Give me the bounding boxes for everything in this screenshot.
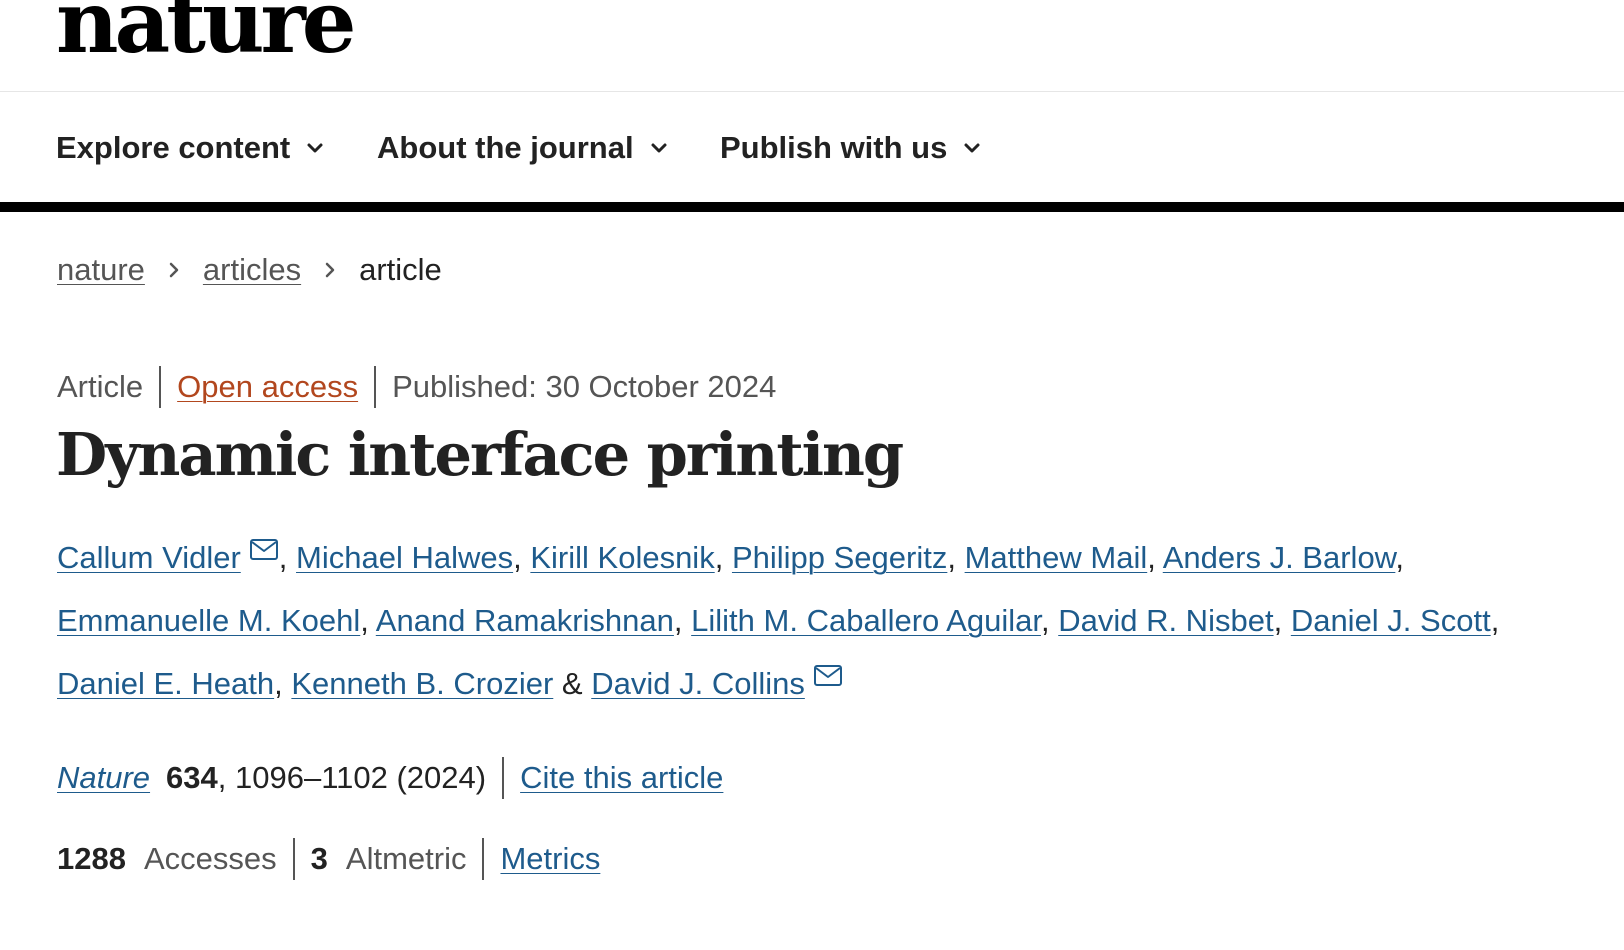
article-type: Article [57, 369, 144, 404]
altmetric-label: Altmetric [345, 841, 467, 876]
author-separator: , [513, 540, 522, 575]
author-row: Emmanuelle M. Koehl, Anand Ramakrishnan,… [57, 589, 1597, 652]
author-separator: , [714, 540, 724, 575]
author-row: Callum Vidler, Michael Halwes, Kirill Ko… [57, 526, 1597, 589]
metrics-link[interactable]: Metrics [500, 841, 600, 877]
author-link[interactable]: Daniel J. Scott [1291, 603, 1491, 638]
author-last-separator: & [561, 666, 583, 701]
citation: Nature 634 , 1096–1102 (2024) Cite this … [57, 757, 723, 799]
nature-logo[interactable]: nature [56, 0, 357, 66]
article-metrics: 1288 Accesses 3 Altmetric Metrics [57, 838, 600, 880]
nav-publish-with-us[interactable]: Publish with us [720, 130, 983, 166]
author-link[interactable]: Kirill Kolesnik [530, 540, 714, 575]
author-link[interactable]: Emmanuelle M. Koehl [57, 603, 360, 638]
accesses-label: Accesses [143, 841, 277, 876]
open-access-link[interactable]: Open access [177, 369, 358, 405]
author-link[interactable]: Lilith M. Caballero Aguilar [691, 603, 1041, 638]
divider [502, 757, 505, 799]
author-separator: , [1490, 603, 1500, 638]
divider [159, 366, 162, 408]
article-meta: Article Open access Published: 30 Octobe… [57, 366, 776, 408]
author-link[interactable]: Michael Halwes [296, 540, 513, 575]
author-link[interactable]: Anders J. Barlow [1163, 540, 1396, 575]
chevron-right-icon [165, 261, 183, 279]
mail-icon[interactable] [249, 538, 279, 562]
author-separator: , [1273, 603, 1283, 638]
author-separator: , [1395, 540, 1404, 575]
accesses-count: 1288 [57, 841, 126, 876]
author-list: Callum Vidler, Michael Halwes, Kirill Ko… [57, 526, 1597, 715]
author-link[interactable]: Kenneth B. Crozier [291, 666, 553, 701]
divider [292, 838, 295, 880]
author-separator: , [1040, 603, 1050, 638]
nav-explore-content[interactable]: Explore content [56, 130, 326, 166]
chevron-down-icon [304, 137, 326, 159]
divider [482, 838, 485, 880]
author-separator: , [947, 540, 956, 575]
author-link[interactable]: David J. Collins [591, 666, 805, 701]
breadcrumb: nature articles article [57, 252, 442, 288]
chevron-right-icon [321, 261, 339, 279]
breadcrumb-current: article [359, 252, 442, 287]
citation-volume: 634 [166, 760, 218, 795]
mail-icon[interactable] [813, 664, 843, 688]
cite-this-article-link[interactable]: Cite this article [520, 760, 723, 796]
nav-explore-content-label: Explore content [56, 130, 291, 165]
author-separator: , [1147, 540, 1156, 575]
author-separator: , [278, 540, 288, 575]
author-link[interactable]: Anand Ramakrishnan [376, 603, 674, 638]
author-link[interactable]: Daniel E. Heath [57, 666, 274, 701]
chevron-down-icon [648, 137, 670, 159]
nav-about-journal[interactable]: About the journal [377, 130, 670, 166]
breadcrumb-link-nature[interactable]: nature [57, 252, 145, 288]
author-row: Daniel E. Heath, Kenneth B. Crozier & Da… [57, 652, 1597, 715]
author-separator: , [673, 603, 683, 638]
main-nav: Explore content About the journal Publis… [0, 92, 1624, 212]
author-link[interactable]: Callum Vidler [57, 540, 241, 575]
author-link[interactable]: Philipp Segeritz [732, 540, 947, 575]
logo-bar: nature [0, 0, 1624, 92]
article-title: Dynamic interface printing [56, 420, 904, 489]
journal-link[interactable]: Nature [57, 760, 150, 796]
nav-publish-with-us-label: Publish with us [720, 130, 948, 165]
citation-pages-year: , 1096–1102 (2024) [217, 760, 487, 795]
published-date: Published: 30 October 2024 [392, 369, 777, 404]
author-separator: , [274, 666, 283, 701]
altmetric-count: 3 [310, 841, 328, 876]
nav-about-journal-label: About the journal [377, 130, 634, 165]
author-separator: , [360, 603, 369, 638]
divider [374, 366, 377, 408]
breadcrumb-link-articles[interactable]: articles [203, 252, 301, 288]
author-link[interactable]: Matthew Mail [965, 540, 1148, 575]
chevron-down-icon [961, 137, 983, 159]
author-link[interactable]: David R. Nisbet [1058, 603, 1273, 638]
